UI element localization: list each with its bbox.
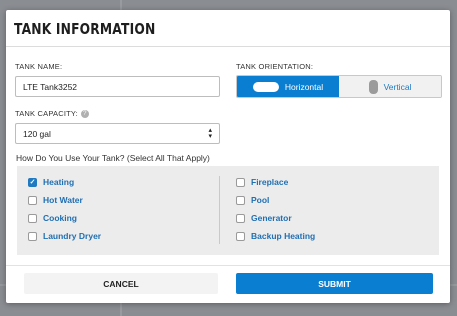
checkbox-icon[interactable] <box>28 195 37 205</box>
select-updown-arrow-icon: ▴ ▾ <box>208 127 212 140</box>
tank-name-input[interactable]: LTE Tank3252 <box>15 76 220 97</box>
checkbox-checked-icon[interactable]: ✓ <box>28 177 37 187</box>
vertical-tank-icon <box>368 79 378 94</box>
checkbox-icon[interactable] <box>236 231 245 241</box>
tank-name-label: TANK NAME: <box>15 62 63 71</box>
tank-information-modal: TANK INFORMATION TANK NAME: LTE Tank3252… <box>6 10 450 303</box>
checkbox-icon[interactable] <box>236 177 245 187</box>
checkbox-icon[interactable] <box>28 231 37 241</box>
footer-divider <box>6 265 450 266</box>
orientation-toggle: Horizontal Vertical <box>236 75 442 98</box>
modal-title: TANK INFORMATION <box>14 20 156 38</box>
use-option-label: Cooking <box>43 213 77 223</box>
orientation-vertical-option[interactable]: Vertical <box>339 76 441 97</box>
checkbox-icon[interactable] <box>236 195 245 205</box>
cancel-button[interactable]: CANCEL <box>24 273 218 294</box>
use-option-pool[interactable]: Pool <box>236 195 269 205</box>
use-option-label: Hot Water <box>43 195 83 205</box>
checkbox-icon[interactable] <box>28 213 37 223</box>
orientation-vertical-label: Vertical <box>383 81 412 92</box>
use-option-label: Generator <box>251 213 292 223</box>
use-option-laundry-dryer[interactable]: Laundry Dryer <box>28 231 101 241</box>
checkbox-icon[interactable] <box>236 213 245 223</box>
usage-options-panel: ✓ Heating Hot Water Cooking Laundry Drye… <box>17 166 439 255</box>
use-option-label: Laundry Dryer <box>43 231 102 241</box>
use-option-label: Pool <box>251 195 270 205</box>
use-option-fireplace[interactable]: Fireplace <box>236 177 288 187</box>
use-option-label: Heating <box>43 177 75 187</box>
info-icon[interactable]: ? <box>80 110 89 119</box>
tank-capacity-label: TANK CAPACITY: <box>15 109 78 118</box>
tank-capacity-label-wrap: TANK CAPACITY:? <box>15 109 89 119</box>
tank-capacity-value: 120 gal <box>23 129 51 139</box>
tank-capacity-select[interactable]: 120 gal ▴ ▾ <box>15 123 220 144</box>
use-option-cooking[interactable]: Cooking <box>28 213 77 223</box>
use-option-generator[interactable]: Generator <box>236 213 292 223</box>
use-option-hot-water[interactable]: Hot Water <box>28 195 83 205</box>
column-divider <box>219 176 220 244</box>
tank-orientation-label: TANK ORIENTATION: <box>236 62 314 71</box>
usage-question: How Do You Use Your Tank? (Select All Th… <box>16 153 210 163</box>
submit-button[interactable]: SUBMIT <box>236 273 433 294</box>
orientation-horizontal-label: Horizontal <box>284 81 324 92</box>
use-option-label: Fireplace <box>251 177 289 187</box>
horizontal-tank-icon <box>252 81 279 92</box>
use-option-label: Backup Heating <box>251 231 316 241</box>
use-option-heating[interactable]: ✓ Heating <box>28 177 74 187</box>
use-option-backup-heating[interactable]: Backup Heating <box>236 231 315 241</box>
orientation-horizontal-option[interactable]: Horizontal <box>237 76 339 97</box>
modal-header: TANK INFORMATION <box>6 10 450 47</box>
